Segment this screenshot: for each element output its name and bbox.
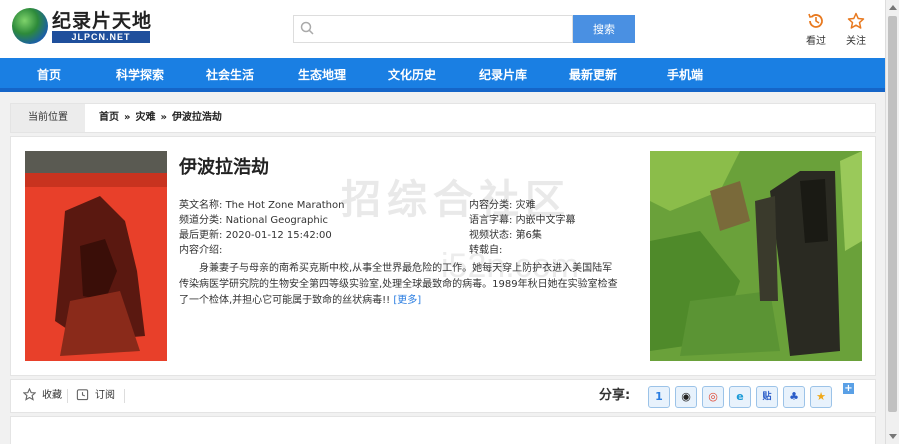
star-icon bbox=[847, 12, 865, 29]
breadcrumb: 当前位置 首页 » 灾难 » 伊波拉浩劫 bbox=[10, 103, 876, 133]
english-name-value: The Hot Zone Marathon bbox=[225, 200, 345, 211]
subscribe-label: 订阅 bbox=[95, 390, 115, 401]
tencent-weibo-icon[interactable]: e bbox=[729, 386, 751, 408]
category-label: 内容分类: bbox=[469, 200, 513, 211]
subscribe-button[interactable]: 订阅 bbox=[76, 380, 115, 412]
logo-subtitle: JLPCN.NET bbox=[52, 31, 150, 43]
updated-row: 最后更新: 2020-01-12 15:42:00 bbox=[179, 229, 332, 242]
documentary-poster[interactable] bbox=[25, 151, 167, 361]
subscribe-clock-icon bbox=[76, 389, 89, 401]
content-section-below bbox=[10, 416, 876, 444]
favorite-label: 关注 bbox=[846, 36, 866, 47]
share-more-plus-icon[interactable]: + bbox=[843, 383, 854, 394]
nav-item-ecology[interactable]: 生态地理 bbox=[287, 58, 357, 92]
nav-item-library[interactable]: 纪录片库 bbox=[468, 58, 538, 92]
share-label: 分享: bbox=[599, 388, 631, 403]
nav-item-latest[interactable]: 最新更新 bbox=[558, 58, 628, 92]
channel-row: 频道分类: National Geographic bbox=[179, 214, 328, 227]
breadcrumb-links: 首页 » 灾难 » 伊波拉浩劫 bbox=[99, 104, 222, 132]
subtitle-row: 语言字幕: 内嵌中文字幕 bbox=[469, 214, 576, 227]
status-value: 第6集 bbox=[515, 230, 542, 241]
updated-label: 最后更新: bbox=[179, 230, 223, 241]
weibo-icon[interactable]: ◎ bbox=[702, 386, 724, 408]
intro-label: 内容介绍: bbox=[179, 245, 223, 256]
channel-label: 频道分类: bbox=[179, 215, 223, 226]
divider bbox=[124, 389, 125, 403]
search-icon bbox=[300, 21, 314, 35]
qzone-star-icon[interactable]: ★ bbox=[810, 386, 832, 408]
logo-title: 纪录片天地 bbox=[52, 10, 153, 32]
documentary-title: 伊波拉浩劫 bbox=[179, 157, 269, 178]
tieba-icon[interactable]: 贴 bbox=[756, 386, 778, 408]
baidu-icon[interactable]: ♣ bbox=[783, 386, 805, 408]
collect-label: 收藏 bbox=[42, 390, 62, 401]
site-header: 纪录片天地 JLPCN.NET 搜索 看过 关注 bbox=[0, 0, 885, 58]
star-outline-icon bbox=[22, 387, 37, 401]
documentary-still-image[interactable] bbox=[650, 151, 862, 361]
favorite-button[interactable]: 关注 bbox=[839, 12, 873, 47]
documentary-detail-card: 招综合社区 i52n.com 伊波拉浩劫 英文名称: The Hot Zone … bbox=[10, 136, 876, 376]
category-row: 内容分类: 灾难 bbox=[469, 199, 536, 212]
status-label: 视频状态: bbox=[469, 230, 513, 241]
qq-icon[interactable]: ◉ bbox=[675, 386, 697, 408]
nav-item-mobile[interactable]: 手机端 bbox=[655, 58, 715, 92]
search-button[interactable]: 搜索 bbox=[573, 15, 635, 43]
scroll-up-arrow-icon[interactable] bbox=[888, 3, 898, 13]
history-clock-icon bbox=[808, 13, 823, 28]
breadcrumb-separator: » bbox=[160, 112, 167, 123]
breadcrumb-label: 当前位置 bbox=[11, 104, 85, 132]
nav-item-home[interactable]: 首页 bbox=[18, 58, 80, 92]
subtitle-value: 内嵌中文字幕 bbox=[515, 215, 576, 226]
category-value[interactable]: 灾难 bbox=[516, 200, 536, 211]
description: 身兼妻子与母亲的南希买克斯中校,从事全世界最危险的工作。她每天穿上防护衣进入美国… bbox=[179, 261, 619, 309]
main-nav: 首页 科学探索 社会生活 生态地理 文化历史 纪录片库 最新更新 手机端 bbox=[0, 58, 885, 92]
history-button[interactable]: 看过 bbox=[799, 12, 833, 47]
nav-item-society[interactable]: 社会生活 bbox=[195, 58, 265, 92]
breadcrumb-current[interactable]: 伊波拉浩劫 bbox=[172, 112, 222, 123]
english-name-row: 英文名称: The Hot Zone Marathon bbox=[179, 199, 344, 212]
search-input[interactable] bbox=[293, 15, 573, 43]
nav-item-science[interactable]: 科学探索 bbox=[105, 58, 175, 92]
scroll-down-arrow-icon[interactable] bbox=[888, 431, 898, 441]
english-name-label: 英文名称: bbox=[179, 200, 223, 211]
nav-item-history[interactable]: 文化历史 bbox=[377, 58, 447, 92]
divider bbox=[67, 389, 68, 403]
vertical-scrollbar[interactable] bbox=[885, 0, 899, 444]
source-row: 转载自: bbox=[469, 244, 502, 257]
history-label: 看过 bbox=[806, 36, 826, 47]
channel-value[interactable]: National Geographic bbox=[226, 215, 328, 226]
scrollbar-thumb[interactable] bbox=[888, 16, 897, 412]
status-row: 视频状态: 第6集 bbox=[469, 229, 542, 242]
breadcrumb-home[interactable]: 首页 bbox=[99, 112, 119, 123]
site-logo[interactable]: 纪录片天地 JLPCN.NET bbox=[12, 6, 152, 46]
breadcrumb-separator: » bbox=[124, 112, 131, 123]
more-link[interactable]: [更多] bbox=[393, 295, 421, 306]
updated-value: 2020-01-12 15:42:00 bbox=[225, 230, 332, 241]
globe-icon bbox=[12, 8, 48, 44]
source-label: 转载自: bbox=[469, 245, 503, 256]
breadcrumb-category[interactable]: 灾难 bbox=[135, 112, 155, 123]
collect-button[interactable]: 收藏 bbox=[22, 380, 62, 412]
subtitle-label: 语言字幕: bbox=[469, 215, 513, 226]
share-1-icon[interactable]: 1 bbox=[648, 386, 670, 408]
action-bar: 收藏 订阅 分享: 1 ◉ ◎ e 贴 ♣ ★ + bbox=[10, 379, 876, 413]
